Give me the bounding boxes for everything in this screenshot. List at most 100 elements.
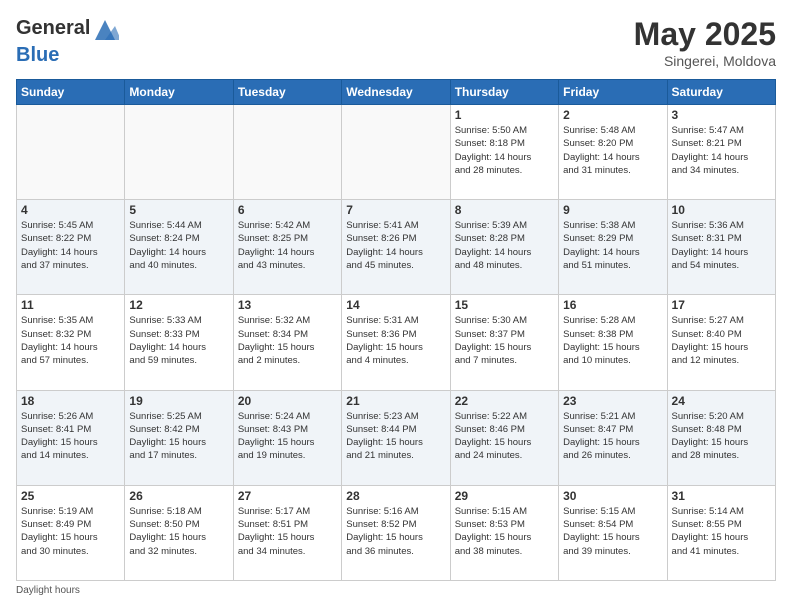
- day-info: Sunrise: 5:25 AM Sunset: 8:42 PM Dayligh…: [129, 410, 228, 463]
- day-info: Sunrise: 5:23 AM Sunset: 8:44 PM Dayligh…: [346, 410, 445, 463]
- header: General Blue May 2025 Singerei, Moldova: [16, 16, 776, 69]
- table-row: 28 Sunrise: 5:16 AM Sunset: 8:52 PM Dayli…: [342, 485, 450, 580]
- table-row: 1Sunrise: 5:50 AM Sunset: 8:18 PM Daylig…: [450, 105, 558, 200]
- table-row: 3 Sunrise: 5:47 AM Sunset: 8:21 PM Daylig…: [667, 105, 775, 200]
- table-row: 22 Sunrise: 5:22 AM Sunset: 8:46 PM Dayli…: [450, 390, 558, 485]
- table-row: 30 Sunrise: 5:15 AM Sunset: 8:54 PM Dayli…: [559, 485, 667, 580]
- calendar-week-row: 18 Sunrise: 5:26 AM Sunset: 8:41 PM Dayli…: [17, 390, 776, 485]
- table-row: 14 Sunrise: 5:31 AM Sunset: 8:36 PM Dayli…: [342, 295, 450, 390]
- table-row: 29Sunrise: 5:15 AM Sunset: 8:53 PM Dayli…: [450, 485, 558, 580]
- day-number: 9: [563, 203, 662, 217]
- day-number: 7: [346, 203, 445, 217]
- title-location: Singerei, Moldova: [634, 53, 776, 69]
- day-info: Sunrise: 5:31 AM Sunset: 8:36 PM Dayligh…: [346, 314, 445, 367]
- day-info: Sunrise: 5:30 AM Sunset: 8:37 PM Dayligh…: [455, 314, 554, 367]
- day-info: Sunrise: 5:39 AM Sunset: 8:28 PM Dayligh…: [455, 219, 554, 272]
- table-row: 13 Sunrise: 5:32 AM Sunset: 8:34 PM Dayli…: [233, 295, 341, 390]
- day-info: Sunrise: 5:42 AM Sunset: 8:25 PM Dayligh…: [238, 219, 337, 272]
- day-number: 8: [455, 203, 554, 217]
- page: General Blue May 2025 Singerei, Moldova …: [0, 0, 792, 612]
- day-number: 10: [672, 203, 771, 217]
- day-number: 2: [563, 108, 662, 122]
- calendar-week-row: 4 Sunrise: 5:45 AM Sunset: 8:22 PM Daylig…: [17, 200, 776, 295]
- table-row: [233, 105, 341, 200]
- day-number: 14: [346, 298, 445, 312]
- table-row: 12 Sunrise: 5:33 AM Sunset: 8:33 PM Dayli…: [125, 295, 233, 390]
- col-friday: Friday: [559, 80, 667, 105]
- table-row: 18 Sunrise: 5:26 AM Sunset: 8:41 PM Dayli…: [17, 390, 125, 485]
- table-row: 27 Sunrise: 5:17 AM Sunset: 8:51 PM Dayli…: [233, 485, 341, 580]
- table-row: 20 Sunrise: 5:24 AM Sunset: 8:43 PM Dayli…: [233, 390, 341, 485]
- day-info: Sunrise: 5:48 AM Sunset: 8:20 PM Dayligh…: [563, 124, 662, 177]
- day-number: 17: [672, 298, 771, 312]
- day-number: 30: [563, 489, 662, 503]
- table-row: 19 Sunrise: 5:25 AM Sunset: 8:42 PM Dayli…: [125, 390, 233, 485]
- day-number: 4: [21, 203, 120, 217]
- table-row: 25 Sunrise: 5:19 AM Sunset: 8:49 PM Dayli…: [17, 485, 125, 580]
- table-row: 16 Sunrise: 5:28 AM Sunset: 8:38 PM Dayli…: [559, 295, 667, 390]
- table-row: 15 Sunrise: 5:30 AM Sunset: 8:37 PM Dayli…: [450, 295, 558, 390]
- calendar-week-row: 25 Sunrise: 5:19 AM Sunset: 8:49 PM Dayli…: [17, 485, 776, 580]
- table-row: [125, 105, 233, 200]
- table-row: 17Sunrise: 5:27 AM Sunset: 8:40 PM Dayli…: [667, 295, 775, 390]
- table-row: 4 Sunrise: 5:45 AM Sunset: 8:22 PM Daylig…: [17, 200, 125, 295]
- title-month: May 2025: [634, 16, 776, 53]
- day-number: 22: [455, 394, 554, 408]
- day-info: Sunrise: 5:33 AM Sunset: 8:33 PM Dayligh…: [129, 314, 228, 367]
- col-thursday: Thursday: [450, 80, 558, 105]
- table-row: [17, 105, 125, 200]
- day-info: Sunrise: 5:26 AM Sunset: 8:41 PM Dayligh…: [21, 410, 120, 463]
- day-number: 12: [129, 298, 228, 312]
- day-info: Sunrise: 5:14 AM Sunset: 8:55 PM Dayligh…: [672, 505, 771, 558]
- day-number: 31: [672, 489, 771, 503]
- day-number: 19: [129, 394, 228, 408]
- table-row: 24Sunrise: 5:20 AM Sunset: 8:48 PM Dayli…: [667, 390, 775, 485]
- table-row: 26 Sunrise: 5:18 AM Sunset: 8:50 PM Dayli…: [125, 485, 233, 580]
- footer-note: Daylight hours: [16, 585, 776, 596]
- day-number: 16: [563, 298, 662, 312]
- day-info: Sunrise: 5:19 AM Sunset: 8:49 PM Dayligh…: [21, 505, 120, 558]
- day-info: Sunrise: 5:32 AM Sunset: 8:34 PM Dayligh…: [238, 314, 337, 367]
- day-info: Sunrise: 5:22 AM Sunset: 8:46 PM Dayligh…: [455, 410, 554, 463]
- table-row: 7 Sunrise: 5:41 AM Sunset: 8:26 PM Daylig…: [342, 200, 450, 295]
- day-info: Sunrise: 5:17 AM Sunset: 8:51 PM Dayligh…: [238, 505, 337, 558]
- day-info: Sunrise: 5:16 AM Sunset: 8:52 PM Dayligh…: [346, 505, 445, 558]
- logo: General Blue: [16, 16, 120, 66]
- day-number: 25: [21, 489, 120, 503]
- day-number: 18: [21, 394, 120, 408]
- day-number: 11: [21, 298, 120, 312]
- col-wednesday: Wednesday: [342, 80, 450, 105]
- day-info: Sunrise: 5:28 AM Sunset: 8:38 PM Dayligh…: [563, 314, 662, 367]
- table-row: 11Sunrise: 5:35 AM Sunset: 8:32 PM Dayli…: [17, 295, 125, 390]
- logo-blue: Blue: [16, 44, 59, 66]
- calendar-table: Sunday Monday Tuesday Wednesday Thursday…: [16, 79, 776, 581]
- table-row: 10Sunrise: 5:36 AM Sunset: 8:31 PM Dayli…: [667, 200, 775, 295]
- day-info: Sunrise: 5:15 AM Sunset: 8:54 PM Dayligh…: [563, 505, 662, 558]
- day-info: Sunrise: 5:24 AM Sunset: 8:43 PM Dayligh…: [238, 410, 337, 463]
- day-info: Sunrise: 5:20 AM Sunset: 8:48 PM Dayligh…: [672, 410, 771, 463]
- day-number: 27: [238, 489, 337, 503]
- day-number: 15: [455, 298, 554, 312]
- day-info: Sunrise: 5:18 AM Sunset: 8:50 PM Dayligh…: [129, 505, 228, 558]
- calendar-week-row: 1Sunrise: 5:50 AM Sunset: 8:18 PM Daylig…: [17, 105, 776, 200]
- day-info: Sunrise: 5:21 AM Sunset: 8:47 PM Dayligh…: [563, 410, 662, 463]
- day-number: 20: [238, 394, 337, 408]
- day-number: 28: [346, 489, 445, 503]
- day-number: 13: [238, 298, 337, 312]
- day-number: 26: [129, 489, 228, 503]
- day-info: Sunrise: 5:44 AM Sunset: 8:24 PM Dayligh…: [129, 219, 228, 272]
- day-number: 3: [672, 108, 771, 122]
- day-info: Sunrise: 5:45 AM Sunset: 8:22 PM Dayligh…: [21, 219, 120, 272]
- day-number: 23: [563, 394, 662, 408]
- col-monday: Monday: [125, 80, 233, 105]
- table-row: 21Sunrise: 5:23 AM Sunset: 8:44 PM Dayli…: [342, 390, 450, 485]
- calendar-week-row: 11Sunrise: 5:35 AM Sunset: 8:32 PM Dayli…: [17, 295, 776, 390]
- day-info: Sunrise: 5:47 AM Sunset: 8:21 PM Dayligh…: [672, 124, 771, 177]
- col-sunday: Sunday: [17, 80, 125, 105]
- col-saturday: Saturday: [667, 80, 775, 105]
- day-info: Sunrise: 5:41 AM Sunset: 8:26 PM Dayligh…: [346, 219, 445, 272]
- table-row: 2 Sunrise: 5:48 AM Sunset: 8:20 PM Daylig…: [559, 105, 667, 200]
- logo-general: General: [16, 17, 90, 39]
- day-info: Sunrise: 5:50 AM Sunset: 8:18 PM Dayligh…: [455, 124, 554, 177]
- table-row: 5Sunrise: 5:44 AM Sunset: 8:24 PM Daylig…: [125, 200, 233, 295]
